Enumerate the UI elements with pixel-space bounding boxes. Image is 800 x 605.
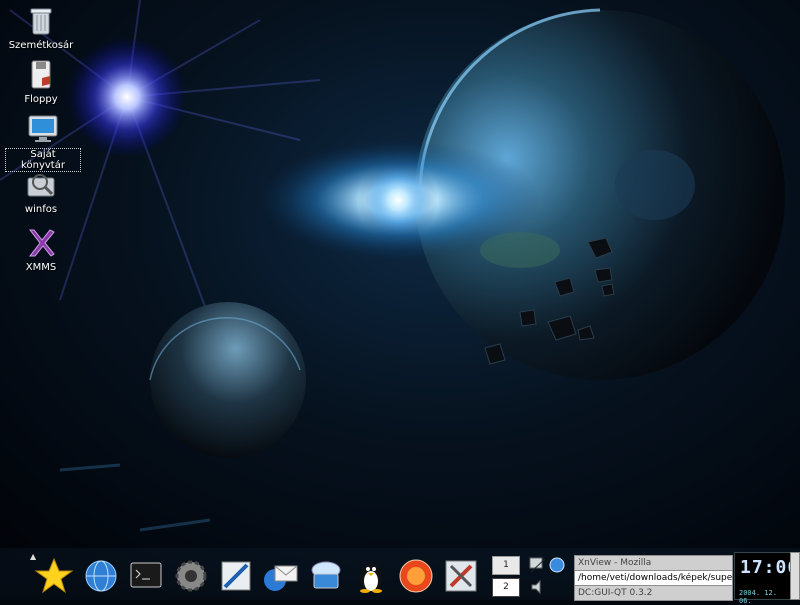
desktop-icon-home[interactable]: Saját könyvtár [5, 112, 81, 172]
globe-icon[interactable] [81, 556, 121, 596]
star-menu-icon[interactable] [34, 556, 74, 596]
xmms-icon [28, 229, 55, 257]
floppy-icon [31, 60, 51, 89]
desktop-icon-label: Floppy [24, 94, 58, 105]
desktop-icon-label: winfos [24, 204, 58, 215]
monitor-icon [28, 115, 58, 142]
task-path[interactable]: /home/veti/downloads/képek/supernova [574, 570, 733, 586]
clock[interactable]: 17:06 2004. 12. 06. [734, 552, 798, 605]
desktop-wallpaper [0, 0, 800, 600]
terminal-icon[interactable] [126, 556, 166, 596]
pager-desktop-2[interactable]: 2 [492, 578, 520, 597]
editor-icon[interactable] [216, 556, 256, 596]
globe-tray-icon[interactable] [548, 556, 566, 574]
firefox-icon[interactable] [396, 556, 436, 596]
task-xnview[interactable]: XnView - Mozilla [574, 555, 733, 571]
tux-icon[interactable] [351, 556, 391, 596]
speaker-icon[interactable] [529, 578, 547, 596]
desktop-icon-trash[interactable]: Szemétkosár [3, 4, 79, 51]
desktop-icon-floppy[interactable]: Floppy [3, 58, 79, 105]
clock-date: 2004. 12. 06. [739, 589, 777, 605]
task-dcgui[interactable]: DC:GUI-QT 0.3.2 [574, 585, 733, 601]
tools-icon[interactable] [441, 556, 481, 596]
drive-icon [27, 174, 55, 197]
desktop-icon-xmms[interactable]: XMMS [3, 226, 79, 273]
desktop-icon-label: Szemétkosár [8, 40, 74, 51]
desktop-icon-label: XMMS [25, 262, 57, 273]
trash-icon [30, 8, 52, 35]
desktop-icon-winfos[interactable]: winfos [3, 168, 79, 215]
pager-desktop-1[interactable]: 1 [492, 556, 520, 575]
mail-icon[interactable] [261, 556, 301, 596]
gear-icon[interactable] [171, 556, 211, 596]
network-tray-icon[interactable] [529, 556, 547, 574]
panel-handle[interactable] [790, 552, 800, 600]
network-icon[interactable] [306, 556, 346, 596]
